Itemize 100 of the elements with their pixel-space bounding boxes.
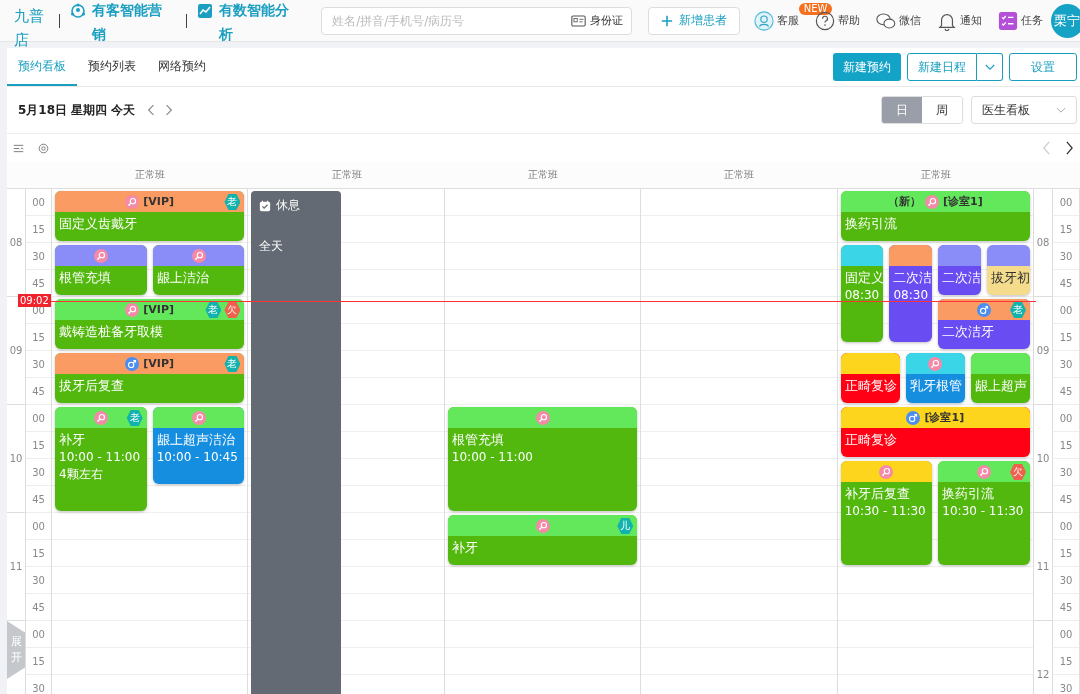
appointment-text: 补牙: [59, 431, 86, 449]
appointment-card[interactable]: 补牙后复查 10:30 - 11:30: [840, 461, 933, 565]
minute-label: 45: [32, 277, 45, 289]
appointment-card[interactable]: [VIP] 老 拔牙后复查: [55, 353, 245, 403]
appointment-card[interactable]: 固定义 08:30: [840, 245, 884, 343]
minute-label: 15: [1059, 547, 1073, 559]
hour-label: 08: [1036, 237, 1050, 248]
minute-label: 30: [1059, 682, 1073, 694]
minute-label: 45: [1059, 277, 1073, 289]
user-avatar[interactable]: 栗宁: [1050, 3, 1080, 38]
add-patient-button[interactable]: 新增患者: [647, 6, 740, 35]
next-icon[interactable]: [1065, 141, 1074, 155]
appointment-text: 根管充填: [451, 431, 505, 449]
new-patient-label: （新）: [887, 194, 921, 209]
minute-label: 30: [1059, 466, 1073, 478]
hour-label: 10: [1036, 453, 1050, 464]
appointment-card[interactable]: 乳牙根管: [905, 353, 965, 403]
tab[interactable]: 预约列表: [77, 48, 147, 86]
appointment-card[interactable]: 根管充填 10:00 - 11:00: [447, 407, 638, 511]
board-select[interactable]: 医生看板: [971, 96, 1077, 124]
appointment-card[interactable]: 二次洁 08:30: [889, 245, 933, 343]
previous-icon[interactable]: [147, 104, 156, 116]
dropdown-button[interactable]: [977, 53, 1003, 81]
appointment-text: 10:00 - 11:00: [451, 449, 534, 466]
appointment-card[interactable]: 龈上超声洁治 10:00 - 10:45: [152, 407, 245, 484]
minute-label: 30: [32, 574, 45, 586]
appointment-text: 4颗左右: [59, 466, 104, 483]
chevron-down-icon: [984, 63, 995, 71]
female-icon: [93, 248, 108, 263]
appointment-card[interactable]: 拔牙初: [987, 245, 1030, 295]
appointment-text: 10:30 - 11:30: [844, 503, 927, 520]
appointment-card[interactable]: 二次洁: [938, 245, 982, 295]
minute-label: 30: [1059, 250, 1073, 262]
female-icon: [191, 248, 206, 263]
appointment-text: 10:00 - 11:00: [59, 449, 142, 466]
shift-label: 正常班: [135, 169, 166, 180]
nav-item[interactable]: 任务: [997, 10, 1043, 31]
appointment-card[interactable]: 儿 补牙: [447, 515, 638, 565]
nav-item[interactable]: 客服: [753, 10, 799, 31]
rest-block[interactable]: 休息 全天: [251, 191, 342, 694]
female-icon: [928, 356, 943, 371]
appointment-card[interactable]: [VIP] 老 固定义齿戴牙: [55, 191, 245, 241]
nav-link[interactable]: 有数智能分析: [197, 0, 300, 46]
appointment-card[interactable]: 欠 换药引流 10:30 - 11:30: [938, 461, 1031, 565]
previous-icon[interactable]: [1042, 141, 1051, 155]
hour-label: 09: [9, 345, 23, 356]
appointment-tag: [VIP]: [143, 357, 175, 370]
line-chart-icon: [197, 3, 214, 19]
appointment-text: 08:30: [844, 287, 880, 304]
minute-label: 30: [32, 358, 45, 370]
hour-label: 09: [1036, 345, 1050, 356]
male-icon: [906, 410, 921, 425]
tab[interactable]: 网络预约: [147, 48, 217, 86]
appointment-card[interactable]: 根管充填: [55, 245, 147, 295]
hour-label: 11: [1036, 561, 1050, 572]
patient-badge: 老: [224, 194, 241, 210]
appointment-card[interactable]: 龈上超声: [970, 353, 1030, 403]
chat-bubbles-icon: [875, 10, 896, 31]
minute-label: 15: [1059, 331, 1073, 343]
minute-label: 30: [1059, 574, 1073, 586]
appointment-tag: [诊室1]: [942, 194, 983, 209]
settings-button[interactable]: 设置: [1009, 53, 1077, 81]
view-toggle[interactable]: 日: [882, 97, 922, 123]
patient-badge: 老: [126, 410, 143, 426]
new-schedule-button[interactable]: 新建日程: [907, 53, 977, 81]
new-badge: NEW: [798, 2, 833, 15]
appointment-card[interactable]: [诊室1] 正畸复诊: [840, 407, 1031, 457]
appointment-card[interactable]: 老 二次洁牙: [938, 299, 1031, 349]
settings-icon[interactable]: [38, 142, 49, 154]
female-icon: [125, 302, 140, 317]
minute-label: 15: [32, 223, 45, 235]
minute-label: 15: [32, 547, 45, 559]
network-icon: [70, 3, 87, 19]
shift-label: 正常班: [331, 169, 362, 180]
appointment-tag: [VIP]: [143, 195, 175, 208]
patient-badge: 欠: [1010, 464, 1027, 480]
appointment-card[interactable]: 正畸复诊: [840, 353, 900, 403]
appointment-card[interactable]: （新） [诊室1] 换药引流: [840, 191, 1031, 241]
appointment-text: 二次洁牙: [942, 323, 996, 341]
nav-link[interactable]: 有客智能营销: [70, 0, 173, 46]
hour-label: 08: [9, 237, 23, 248]
new-appointment-button[interactable]: 新建预约: [833, 53, 901, 81]
nav-item[interactable]: 通知: [936, 10, 982, 31]
female-icon: [93, 410, 108, 425]
minute-label: 45: [32, 601, 45, 613]
nav-item[interactable]: 微信: [875, 10, 921, 31]
appointment-card[interactable]: [VIP] 老 欠 戴铸造桩备牙取模: [55, 299, 245, 349]
rest-title: 休息: [276, 197, 301, 214]
female-icon: [879, 464, 894, 479]
id-card-button[interactable]: 身份证: [570, 13, 631, 28]
list-settings-icon[interactable]: [13, 142, 24, 154]
hour-label: 12: [1036, 669, 1050, 680]
search-field[interactable]: 姓名/拼音/手机号/病历号 身份证: [321, 6, 632, 35]
minute-label: 00: [1059, 412, 1073, 424]
appointment-card[interactable]: 龈上洁治: [152, 245, 245, 295]
tab[interactable]: 预约看板: [7, 48, 77, 86]
female-icon: [125, 194, 140, 209]
headset-icon: [753, 10, 774, 31]
appointment-card[interactable]: 老 补牙 10:00 - 11:00 4颗左右: [55, 407, 147, 511]
male-icon: [977, 302, 992, 317]
